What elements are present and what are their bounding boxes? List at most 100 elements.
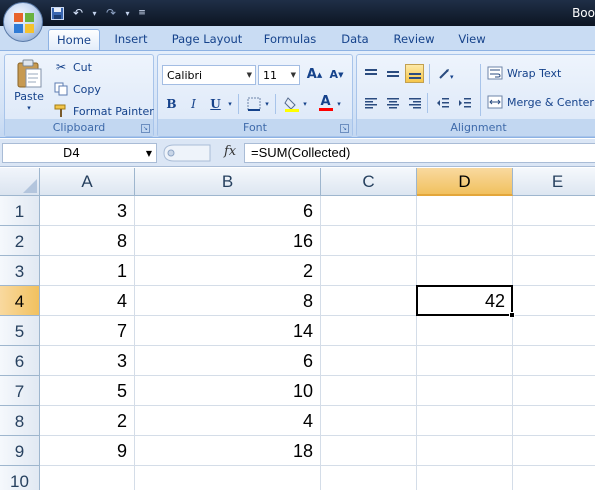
font-size-select[interactable]: 11 ▼ (258, 65, 300, 85)
increase-indent-button[interactable] (455, 93, 474, 112)
cell-b9[interactable]: 18 (135, 436, 321, 466)
column-header-c[interactable]: C (321, 168, 417, 196)
fill-color-button[interactable] (282, 94, 301, 113)
copy-button[interactable]: Copy (53, 81, 101, 97)
align-left-button[interactable] (361, 93, 380, 112)
cell-b2[interactable]: 16 (135, 226, 321, 256)
grow-font-button[interactable]: A ▲ (305, 65, 324, 84)
tab-page-layout[interactable]: Page Layout (168, 29, 246, 50)
cell-a3[interactable]: 1 (40, 256, 135, 286)
cell-b5[interactable]: 14 (135, 316, 321, 346)
shrink-font-button[interactable]: A ▼ (327, 65, 346, 84)
cell-e5[interactable] (513, 316, 595, 346)
cell-b10[interactable] (135, 466, 321, 490)
italic-button[interactable]: I (184, 94, 203, 113)
fill-handle[interactable] (509, 312, 515, 318)
cell-a8[interactable]: 2 (40, 406, 135, 436)
tab-formulas[interactable]: Formulas (260, 29, 320, 50)
cell-c3[interactable] (321, 256, 417, 286)
customize-qat-icon[interactable]: ≡ (135, 5, 149, 22)
column-header-e[interactable]: E (513, 168, 595, 196)
underline-dropdown-icon[interactable]: ▾ (225, 94, 235, 113)
redo-icon[interactable]: ↷ (102, 5, 120, 22)
formula-handle-icon[interactable] (162, 143, 212, 163)
cell-a4[interactable]: 4 (40, 286, 135, 316)
cell-a6[interactable]: 3 (40, 346, 135, 376)
cell-d8[interactable] (417, 406, 513, 436)
align-middle-button[interactable] (383, 64, 402, 83)
cell-e2[interactable] (513, 226, 595, 256)
bold-button[interactable]: B (162, 94, 181, 113)
redo-dropdown-icon[interactable]: ▾ (123, 5, 132, 22)
cell-e6[interactable] (513, 346, 595, 376)
tab-review[interactable]: Review (390, 29, 438, 50)
cell-b8[interactable]: 4 (135, 406, 321, 436)
font-color-dropdown-icon[interactable]: ▾ (334, 94, 344, 113)
cell-c10[interactable] (321, 466, 417, 490)
font-launcher-icon[interactable]: ↘ (340, 124, 349, 133)
cell-d7[interactable] (417, 376, 513, 406)
cell-d5[interactable] (417, 316, 513, 346)
row-header-3[interactable]: 3 (0, 256, 40, 286)
cell-c9[interactable] (321, 436, 417, 466)
borders-button[interactable] (244, 94, 263, 113)
paste-button[interactable]: Paste ▾ (11, 59, 47, 112)
name-box[interactable]: D4 ▼ (2, 143, 157, 163)
cell-c6[interactable] (321, 346, 417, 376)
cell-d9[interactable] (417, 436, 513, 466)
select-all-button[interactable] (0, 168, 40, 196)
cell-a1[interactable]: 3 (40, 196, 135, 226)
column-header-d[interactable]: D (417, 168, 513, 196)
cell-e10[interactable] (513, 466, 595, 490)
align-bottom-button[interactable] (405, 64, 424, 83)
align-top-button[interactable] (361, 64, 380, 83)
tab-home[interactable]: Home (48, 29, 100, 50)
wrap-text-button[interactable]: Wrap Text (487, 65, 561, 81)
cell-a2[interactable]: 8 (40, 226, 135, 256)
tab-data[interactable]: Data (335, 29, 375, 50)
undo-dropdown-icon[interactable]: ▾ (90, 5, 99, 22)
column-header-b[interactable]: B (135, 168, 321, 196)
cell-d4[interactable]: 42 (417, 286, 513, 316)
row-header-2[interactable]: 2 (0, 226, 40, 256)
formula-input[interactable]: =SUM(Collected) (244, 143, 595, 163)
insert-function-icon[interactable]: fx (224, 144, 236, 159)
row-header-10[interactable]: 10 (0, 466, 40, 490)
cell-c4[interactable] (321, 286, 417, 316)
tab-view[interactable]: View (453, 29, 491, 50)
row-header-7[interactable]: 7 (0, 376, 40, 406)
align-right-button[interactable] (405, 93, 424, 112)
cell-e8[interactable] (513, 406, 595, 436)
cell-e1[interactable] (513, 196, 595, 226)
align-center-button[interactable] (383, 93, 402, 112)
cut-button[interactable]: ✂ Cut (53, 59, 92, 75)
cell-b7[interactable]: 10 (135, 376, 321, 406)
format-painter-button[interactable]: Format Painter (53, 103, 154, 119)
font-family-select[interactable]: Calibri ▼ (162, 65, 256, 85)
cell-a10[interactable] (40, 466, 135, 490)
cell-e3[interactable] (513, 256, 595, 286)
cell-c8[interactable] (321, 406, 417, 436)
cell-d10[interactable] (417, 466, 513, 490)
cell-a9[interactable]: 9 (40, 436, 135, 466)
chevron-down-icon[interactable]: ▼ (146, 149, 152, 158)
underline-button[interactable]: U (206, 94, 225, 113)
decrease-indent-button[interactable] (433, 93, 452, 112)
cell-c1[interactable] (321, 196, 417, 226)
cell-b4[interactable]: 8 (135, 286, 321, 316)
undo-icon[interactable]: ↶ (69, 5, 87, 22)
fill-color-dropdown-icon[interactable]: ▾ (300, 94, 310, 113)
row-header-9[interactable]: 9 (0, 436, 40, 466)
save-icon[interactable] (48, 5, 66, 22)
cell-d3[interactable] (417, 256, 513, 286)
cell-e9[interactable] (513, 436, 595, 466)
cell-e7[interactable] (513, 376, 595, 406)
cell-b1[interactable]: 6 (135, 196, 321, 226)
cell-a7[interactable]: 5 (40, 376, 135, 406)
clipboard-launcher-icon[interactable]: ↘ (141, 124, 150, 133)
cell-d1[interactable] (417, 196, 513, 226)
column-header-a[interactable]: A (40, 168, 135, 196)
font-color-button[interactable]: A (316, 93, 335, 112)
borders-dropdown-icon[interactable]: ▾ (262, 94, 272, 113)
row-header-5[interactable]: 5 (0, 316, 40, 346)
